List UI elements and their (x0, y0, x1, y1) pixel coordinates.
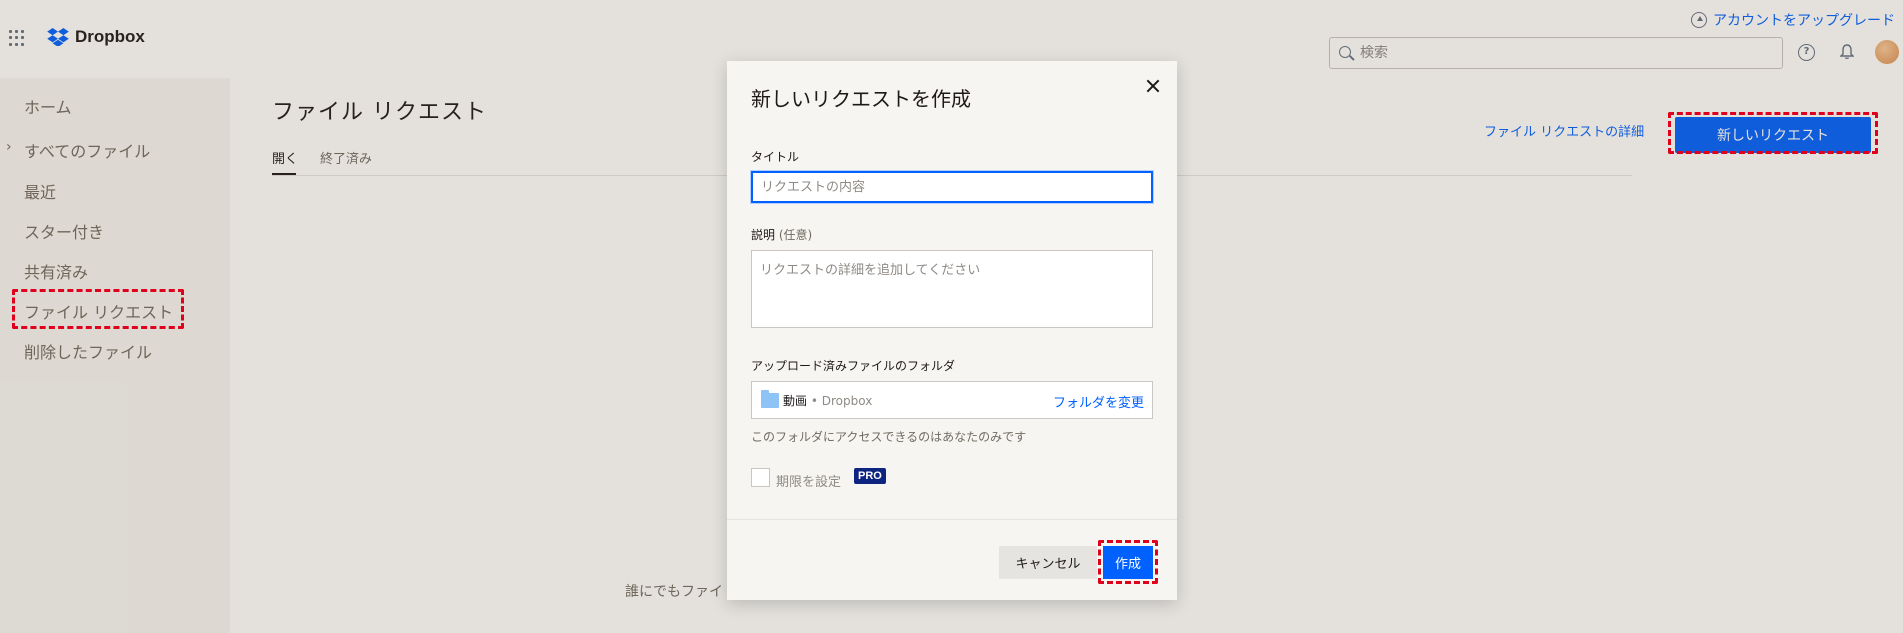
title-input[interactable] (750, 170, 1154, 204)
description-label: 説明 (任意) (751, 226, 812, 243)
cancel-button[interactable]: キャンセル (999, 546, 1097, 579)
footer-divider (727, 519, 1177, 520)
deadline-label[interactable]: 期限を設定 (776, 471, 841, 490)
create-request-dialog: 新しいリクエストを作成 タイトル 説明 (任意) アップロード済みファイルのフォ… (727, 61, 1177, 600)
folder-selector: 動画 • Dropbox フォルダを変更 (751, 381, 1153, 419)
folder-path: 動画 • Dropbox (783, 392, 872, 409)
create-button[interactable]: 作成 (1103, 546, 1153, 579)
description-label-text: 説明 (751, 228, 776, 242)
description-optional: (任意) (778, 228, 813, 242)
folder-root: Dropbox (821, 394, 873, 408)
folder-icon (761, 390, 779, 408)
change-folder-link[interactable]: フォルダを変更 (1053, 392, 1144, 411)
folder-label: アップロード済みファイルのフォルダ (751, 359, 956, 373)
dialog-title: 新しいリクエストを作成 (751, 87, 971, 111)
deadline-checkbox[interactable] (751, 468, 770, 487)
folder-separator: • (807, 394, 822, 408)
close-icon[interactable] (1144, 77, 1162, 95)
title-label: タイトル (751, 150, 800, 164)
pro-badge: PRO (854, 468, 886, 484)
folder-access-note: このフォルダにアクセスできるのはあなたのみです (751, 430, 1027, 444)
description-input[interactable] (751, 250, 1153, 328)
folder-name: 動画 (783, 394, 808, 408)
